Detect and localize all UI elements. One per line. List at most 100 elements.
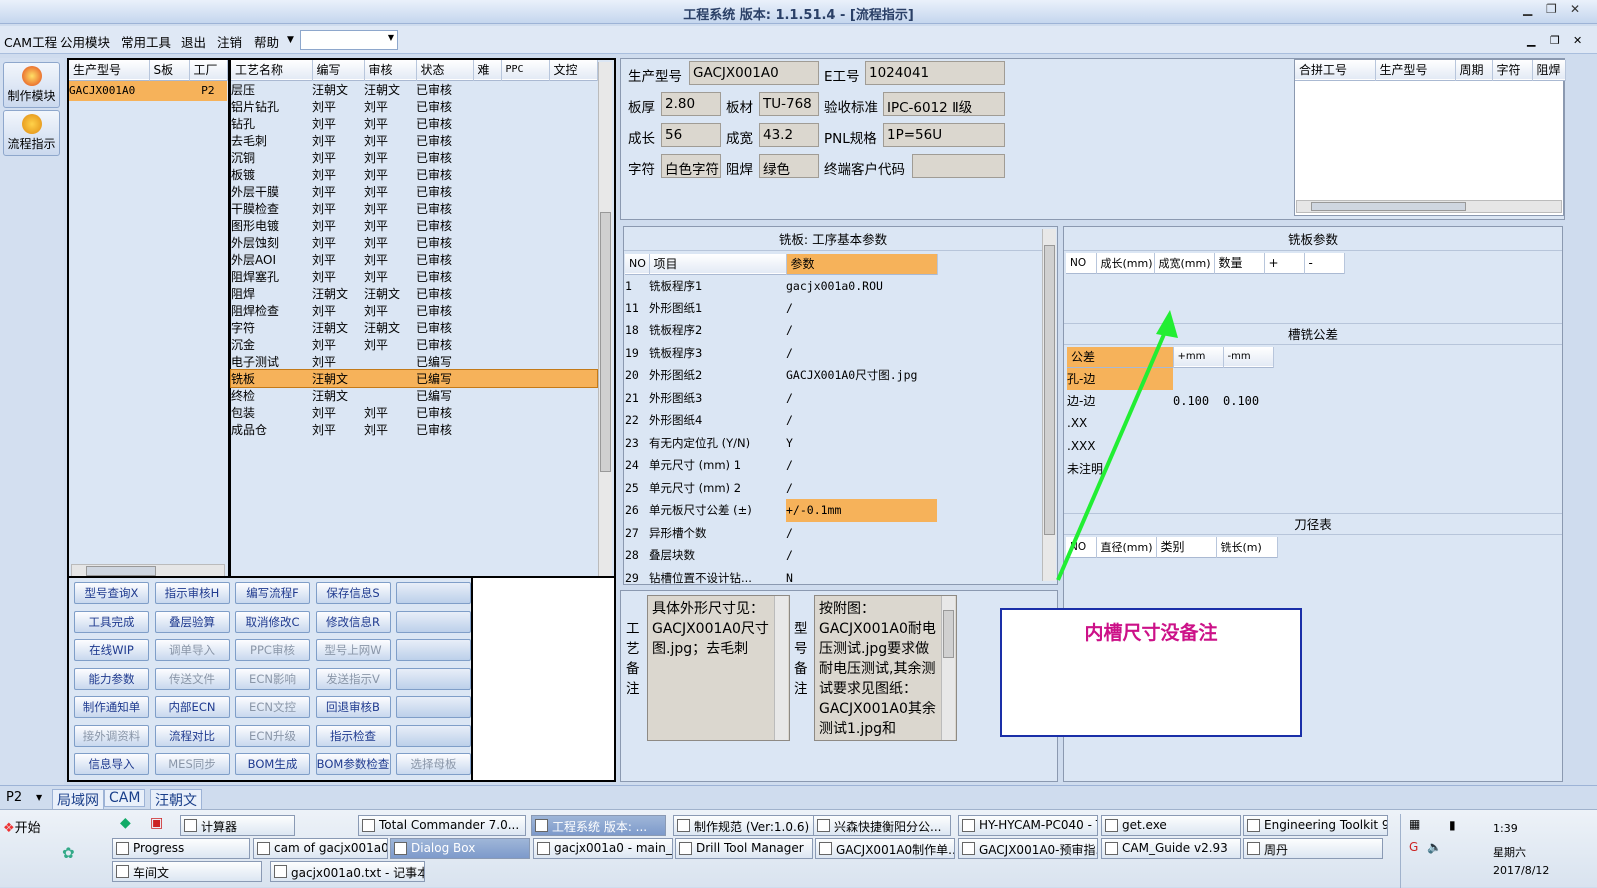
e-number-field[interactable]: 1024041 xyxy=(865,61,1005,85)
taskbar-button[interactable]: get.exe xyxy=(1101,815,1241,836)
action-button[interactable]: 发送指示V xyxy=(315,667,391,690)
taskbar-button[interactable]: gacjx001a0 - main_qa xyxy=(533,838,673,859)
col-process-name[interactable]: 工艺名称 xyxy=(231,60,313,80)
taskbar-button[interactable]: Progress xyxy=(112,838,250,859)
mdi-close-icon[interactable]: ✕ xyxy=(1573,34,1582,47)
table-row[interactable]: 外层蚀刻 刘平 刘平 已审核 xyxy=(231,234,597,251)
table-row[interactable]: 沉金 刘平 刘平 已审核 xyxy=(231,336,597,353)
model-note-memo[interactable]: 按附图：GACJX001A0耐电压测试.jpg要求做耐电压测试,其余测试要求见图… xyxy=(814,595,957,741)
action-button[interactable]: 修改信息R xyxy=(315,610,391,633)
restore-icon[interactable]: ❐ xyxy=(1546,2,1557,16)
merge-hscrollbar[interactable] xyxy=(1296,200,1562,213)
model-field[interactable]: GACJX001A0 xyxy=(689,61,819,85)
table-row[interactable]: 1 铣板程序1 gacjx001a0.ROU xyxy=(625,274,937,297)
taskbar-button[interactable]: 计算器 xyxy=(180,815,295,836)
col-model[interactable]: 生产型号 xyxy=(69,60,150,80)
process-vscrollbar[interactable] xyxy=(598,62,612,580)
table-row[interactable]: 字符 汪朝文 汪朝文 已审核 xyxy=(231,319,597,336)
taskbar-button[interactable]: Engineering Toolkit 9... xyxy=(1243,815,1388,836)
tab-cam[interactable]: CAM xyxy=(104,789,146,807)
table-row[interactable]: 铣板 汪朝文 已编写 xyxy=(230,368,598,388)
menu-help[interactable]: 帮助 xyxy=(254,32,279,51)
table-row[interactable]: 29 钻槽位置不设计钻... N xyxy=(625,567,937,590)
table-row[interactable]: 终检 汪朝文 已编写 xyxy=(231,387,597,404)
action-button[interactable]: BOM参数检查 xyxy=(315,753,391,775)
table-row[interactable]: 包装 刘平 刘平 已审核 xyxy=(231,404,597,421)
action-button[interactable]: 保存信息S xyxy=(315,582,391,604)
factory-selector[interactable]: P2 xyxy=(6,790,22,805)
action-button[interactable]: 取消修改C xyxy=(235,610,310,633)
action-button[interactable]: 接外调资料 xyxy=(74,724,149,747)
col-merge-number[interactable]: 合拼工号 xyxy=(1295,60,1376,80)
width-field[interactable]: 43.2 xyxy=(759,123,819,147)
network-icon[interactable]: ▮ xyxy=(1449,818,1456,832)
action-button[interactable]: 回退审核B xyxy=(315,696,391,718)
action-button[interactable]: 能力参数 xyxy=(74,667,149,690)
action-button[interactable]: 选择母板 xyxy=(396,753,471,775)
table-row[interactable]: 20 外形图纸2 GACJX001A0尺寸图.jpg xyxy=(625,364,937,387)
menu-common-modules[interactable]: 公用模块 xyxy=(60,32,110,51)
action-button[interactable]: PPC审核 xyxy=(235,639,310,661)
table-row[interactable]: 18 铣板程序2 / xyxy=(625,319,937,342)
mill-col-no[interactable]: NO xyxy=(1066,253,1097,273)
table-row[interactable]: 外层干膜 刘平 刘平 已审核 xyxy=(231,183,597,200)
mill-col-plus[interactable]: + xyxy=(1264,253,1305,273)
col-writer[interactable]: 编写 xyxy=(312,60,365,80)
table-row[interactable]: 去毛刺 刘平 刘平 已审核 xyxy=(231,132,597,149)
minimize-icon[interactable]: ▁ xyxy=(1523,2,1532,16)
action-button[interactable]: BOM生成 xyxy=(235,753,310,775)
action-button[interactable]: ECN文控 xyxy=(235,696,310,718)
table-row[interactable]: 阻焊检查 刘平 刘平 已审核 xyxy=(231,302,597,319)
action-button[interactable] xyxy=(396,639,471,661)
table-row[interactable]: 19 铣板程序3 / xyxy=(625,342,937,365)
taskbar-button[interactable]: 工程系统 版本: ... xyxy=(531,815,666,836)
mill-col-len[interactable]: 成长(mm) xyxy=(1096,253,1155,273)
menu-exit[interactable]: 退出 xyxy=(181,32,206,51)
thickness-field[interactable]: 2.80 xyxy=(661,92,721,116)
table-row[interactable]: 26 单元板尺寸公差 (±) +/-0.1mm xyxy=(625,499,937,522)
customer-code-field[interactable] xyxy=(912,154,1005,178)
taskbar-button[interactable]: Dialog Box xyxy=(390,838,530,859)
menu-cam[interactable]: CAM工程 xyxy=(4,32,57,51)
action-button[interactable]: 叠层验算 xyxy=(154,610,230,633)
mdi-minimize-icon[interactable]: ▁ xyxy=(1527,34,1535,47)
table-row[interactable]: 阻焊塞孔 刘平 刘平 已审核 xyxy=(231,268,597,285)
action-button[interactable] xyxy=(396,667,471,690)
character-field[interactable]: 白色字符 xyxy=(661,154,721,178)
taskbar-button[interactable]: GACJX001A0-预审指... xyxy=(958,838,1098,859)
tool-col-mill-length[interactable]: 铣长(m) xyxy=(1216,537,1278,557)
chevron-down-icon[interactable]: ▼ xyxy=(36,793,42,802)
col-merge-char[interactable]: 字符 xyxy=(1492,60,1533,80)
table-row[interactable]: 层压 汪朝文 汪朝文 已审核 xyxy=(231,80,597,98)
col-item[interactable]: 项目 xyxy=(649,254,787,274)
app-icon[interactable]: ◆ xyxy=(120,815,131,831)
action-button[interactable]: MES同步 xyxy=(154,753,230,775)
chevron-down-icon[interactable]: ▼ xyxy=(287,35,294,45)
menu-dropdown[interactable]: ▼ xyxy=(300,30,398,50)
proc-note-scrollbar[interactable] xyxy=(774,596,788,740)
taskbar-button[interactable]: GACJX001A0制作单... xyxy=(815,838,955,859)
acceptance-std-field[interactable]: IPC-6012 Ⅱ级 xyxy=(883,92,1005,116)
col-merge-mask[interactable]: 阻焊 xyxy=(1532,60,1566,80)
action-button[interactable] xyxy=(396,696,471,718)
table-row[interactable]: 21 外形图纸3 / xyxy=(625,387,937,410)
action-button[interactable]: 在线WIP xyxy=(74,639,149,661)
action-button[interactable]: 内部ECN xyxy=(154,696,230,718)
taskbar-button[interactable]: HY-HYCAM-PC040 - T... xyxy=(958,815,1098,836)
action-button[interactable]: 制作通知单 xyxy=(74,696,149,718)
col-param[interactable]: 参数 xyxy=(786,254,938,274)
quicklaunch-icon[interactable]: ✿ xyxy=(62,844,75,862)
make-module-button[interactable]: 制作模块 xyxy=(3,62,60,108)
model-row[interactable]: GACJX001A0 P2 xyxy=(69,80,227,101)
action-button[interactable]: ECN升级 xyxy=(235,724,310,747)
model-note-scrollbar[interactable] xyxy=(941,596,955,740)
table-row[interactable]: 板镀 刘平 刘平 已审核 xyxy=(231,166,597,183)
taskbar-button[interactable]: 兴森快捷衡阳分公... xyxy=(813,815,951,836)
material-field[interactable]: TU-768 xyxy=(759,92,819,116)
menu-tools[interactable]: 常用工具 xyxy=(121,32,171,51)
col-reviewer[interactable]: 审核 xyxy=(364,60,417,80)
action-button[interactable]: 指示检查 xyxy=(315,724,391,747)
action-button[interactable] xyxy=(396,724,471,747)
table-row[interactable]: 图形电镀 刘平 刘平 已审核 xyxy=(231,217,597,234)
start-button[interactable]: ❖开始 xyxy=(0,814,56,838)
